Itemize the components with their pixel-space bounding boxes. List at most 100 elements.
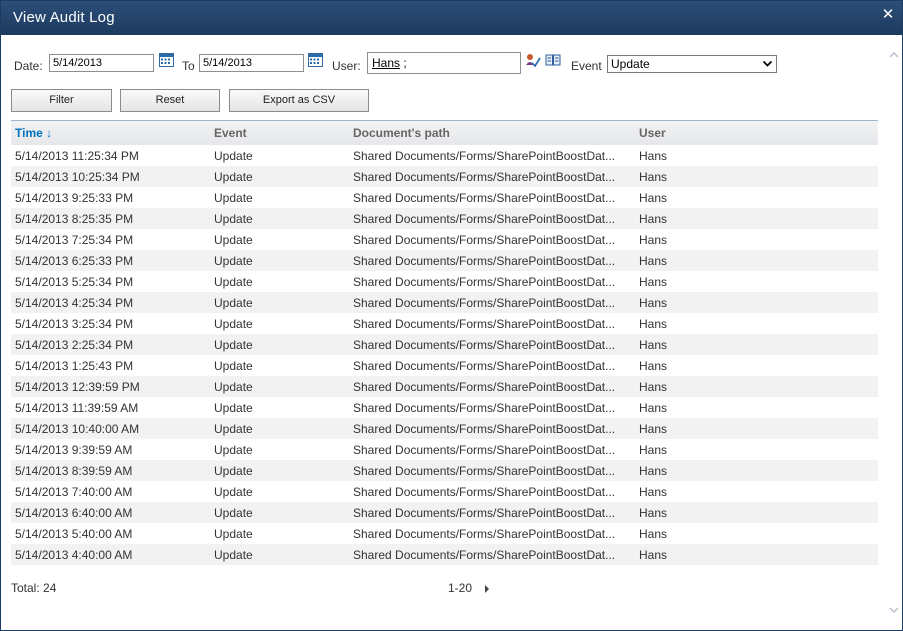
cell-document-path: Shared Documents/Forms/SharePointBoostDa… [353, 422, 616, 436]
event-label: Event [571, 59, 602, 73]
to-label: To [182, 59, 195, 73]
cell-document-path: Shared Documents/Forms/SharePointBoostDa… [353, 527, 616, 541]
cell-time: 5/14/2013 4:25:34 PM [15, 296, 134, 310]
cell-event: Update [214, 359, 253, 373]
column-header-time[interactable]: Time ↓ [15, 126, 52, 140]
cell-document-path: Shared Documents/Forms/SharePointBoostDa… [353, 464, 616, 478]
cell-time: 5/14/2013 2:25:34 PM [15, 338, 134, 352]
cell-event: Update [214, 464, 253, 478]
table-row[interactable]: 5/14/2013 2:25:34 PM Update Shared Documen… [11, 334, 878, 355]
cell-user: Hans [639, 191, 668, 205]
user-picker-input[interactable]: Hans ; [367, 52, 521, 74]
cell-document-path: Shared Documents/Forms/SharePointBoostDa… [353, 443, 616, 457]
cell-event: Update [214, 338, 253, 352]
table-row[interactable]: 5/14/2013 8:39:59 AM Update Shared Documen… [11, 460, 878, 481]
cell-user: Hans [639, 359, 668, 373]
column-header-event[interactable]: Event [214, 126, 247, 140]
cell-time: 5/14/2013 1:25:43 PM [15, 359, 134, 373]
cell-document-path: Shared Documents/Forms/SharePointBoostDa… [353, 485, 616, 499]
cell-event: Update [214, 296, 253, 310]
cell-user: Hans [639, 254, 668, 268]
cell-document-path: Shared Documents/Forms/SharePointBoostDa… [353, 296, 616, 310]
filter-button[interactable]: Filter [11, 89, 112, 112]
table-row[interactable]: 5/14/2013 8:25:35 PM Update Shared Documen… [11, 208, 878, 229]
table-row[interactable]: 5/14/2013 5:25:34 PM Update Shared Documen… [11, 271, 878, 292]
column-header-user[interactable]: User [639, 126, 666, 140]
cell-time: 5/14/2013 5:40:00 AM [15, 527, 133, 541]
cell-user: Hans [639, 212, 668, 226]
cell-user: Hans [639, 380, 668, 394]
table-row[interactable]: 5/14/2013 11:39:59 AM Update Shared Docume… [11, 397, 878, 418]
cell-time: 5/14/2013 4:40:00 AM [15, 548, 133, 562]
dialog-title: View Audit Log [13, 9, 115, 26]
table-row[interactable]: 5/14/2013 1:25:43 PM Update Shared Documen… [11, 355, 878, 376]
table-row[interactable]: 5/14/2013 9:39:59 AM Update Shared Documen… [11, 439, 878, 460]
next-page-arrow-icon[interactable] [482, 583, 492, 595]
cell-time: 5/14/2013 12:39:59 PM [15, 380, 140, 394]
table-row[interactable]: 5/14/2013 9:25:33 PM Update Shared Documen… [11, 187, 878, 208]
cell-user: Hans [639, 401, 668, 415]
cell-user: Hans [639, 548, 668, 562]
cell-user: Hans [639, 464, 668, 478]
cell-time: 5/14/2013 9:39:59 AM [15, 443, 133, 457]
cell-time: 5/14/2013 7:25:34 PM [15, 233, 134, 247]
vertical-scrollbar[interactable] [886, 35, 902, 630]
table-row[interactable]: 5/14/2013 10:40:00 AM Update Shared Docume… [11, 418, 878, 439]
cell-document-path: Shared Documents/Forms/SharePointBoostDa… [353, 191, 616, 205]
table-row[interactable]: 5/14/2013 7:25:34 PM Update Shared Documen… [11, 229, 878, 250]
cell-time: 5/14/2013 8:39:59 AM [15, 464, 133, 478]
dialog-titlebar: View Audit Log ✕ [1, 1, 902, 35]
column-header-document-path[interactable]: Document's path [353, 126, 450, 140]
cell-document-path: Shared Documents/Forms/SharePointBoostDa… [353, 212, 616, 226]
table-row[interactable]: 5/14/2013 10:25:34 PM Update Shared Docume… [11, 166, 878, 187]
audit-log-dialog: View Audit Log ✕ Date: To User: Hans [0, 0, 903, 631]
table-row[interactable]: 5/14/2013 6:40:00 AM Update Shared Documen… [11, 502, 878, 523]
cell-event: Update [214, 317, 253, 331]
scroll-down-icon[interactable] [888, 604, 900, 616]
reset-button[interactable]: Reset [120, 89, 220, 112]
cell-document-path: Shared Documents/Forms/SharePointBoostDa… [353, 506, 616, 520]
resolved-user-name: Hans [372, 56, 401, 70]
cell-document-path: Shared Documents/Forms/SharePointBoostDa… [353, 170, 616, 184]
event-select[interactable]: Update [607, 55, 777, 73]
scroll-up-icon[interactable] [888, 49, 900, 61]
cell-time: 5/14/2013 6:25:33 PM [15, 254, 134, 268]
total-count: Total: 24 [11, 581, 57, 595]
table-header: Time ↓ Event Document's path User [11, 120, 878, 145]
table-row[interactable]: 5/14/2013 6:25:33 PM Update Shared Documen… [11, 250, 878, 271]
calendar-icon[interactable] [159, 53, 174, 67]
cell-event: Update [214, 191, 253, 205]
cell-document-path: Shared Documents/Forms/SharePointBoostDa… [353, 317, 616, 331]
date-label: Date: [14, 59, 43, 73]
table-body: 5/14/2013 11:25:34 PM Update Shared Docume… [11, 145, 878, 565]
cell-user: Hans [639, 338, 668, 352]
cell-document-path: Shared Documents/Forms/SharePointBoostDa… [353, 548, 616, 562]
export-csv-button[interactable]: Export as CSV [229, 89, 369, 112]
cell-document-path: Shared Documents/Forms/SharePointBoostDa… [353, 401, 616, 415]
cell-document-path: Shared Documents/Forms/SharePointBoostDa… [353, 149, 616, 163]
table-row[interactable]: 5/14/2013 3:25:34 PM Update Shared Documen… [11, 313, 878, 334]
check-names-icon[interactable] [525, 53, 541, 68]
cell-event: Update [214, 233, 253, 247]
table-row[interactable]: 5/14/2013 7:40:00 AM Update Shared Documen… [11, 481, 878, 502]
table-row[interactable]: 5/14/2013 11:25:34 PM Update Shared Docume… [11, 145, 878, 166]
address-book-icon[interactable] [545, 53, 561, 68]
table-row[interactable]: 5/14/2013 5:40:00 AM Update Shared Documen… [11, 523, 878, 544]
cell-time: 5/14/2013 5:25:34 PM [15, 275, 134, 289]
cell-event: Update [214, 443, 253, 457]
cell-user: Hans [639, 506, 668, 520]
audit-log-table: Time ↓ Event Document's path User 5/14/2… [11, 120, 878, 565]
cell-user: Hans [639, 485, 668, 499]
cell-user: Hans [639, 149, 668, 163]
calendar-icon[interactable] [308, 53, 323, 67]
cell-time: 5/14/2013 9:25:33 PM [15, 191, 134, 205]
cell-document-path: Shared Documents/Forms/SharePointBoostDa… [353, 254, 616, 268]
date-from-input[interactable] [49, 54, 154, 72]
close-icon[interactable]: ✕ [880, 6, 896, 24]
table-row[interactable]: 5/14/2013 4:40:00 AM Update Shared Documen… [11, 544, 878, 565]
table-row[interactable]: 5/14/2013 4:25:34 PM Update Shared Documen… [11, 292, 878, 313]
page-range: 1-20 [448, 581, 473, 595]
table-row[interactable]: 5/14/2013 12:39:59 PM Update Shared Docume… [11, 376, 878, 397]
cell-user: Hans [639, 275, 668, 289]
date-to-input[interactable] [199, 54, 304, 72]
